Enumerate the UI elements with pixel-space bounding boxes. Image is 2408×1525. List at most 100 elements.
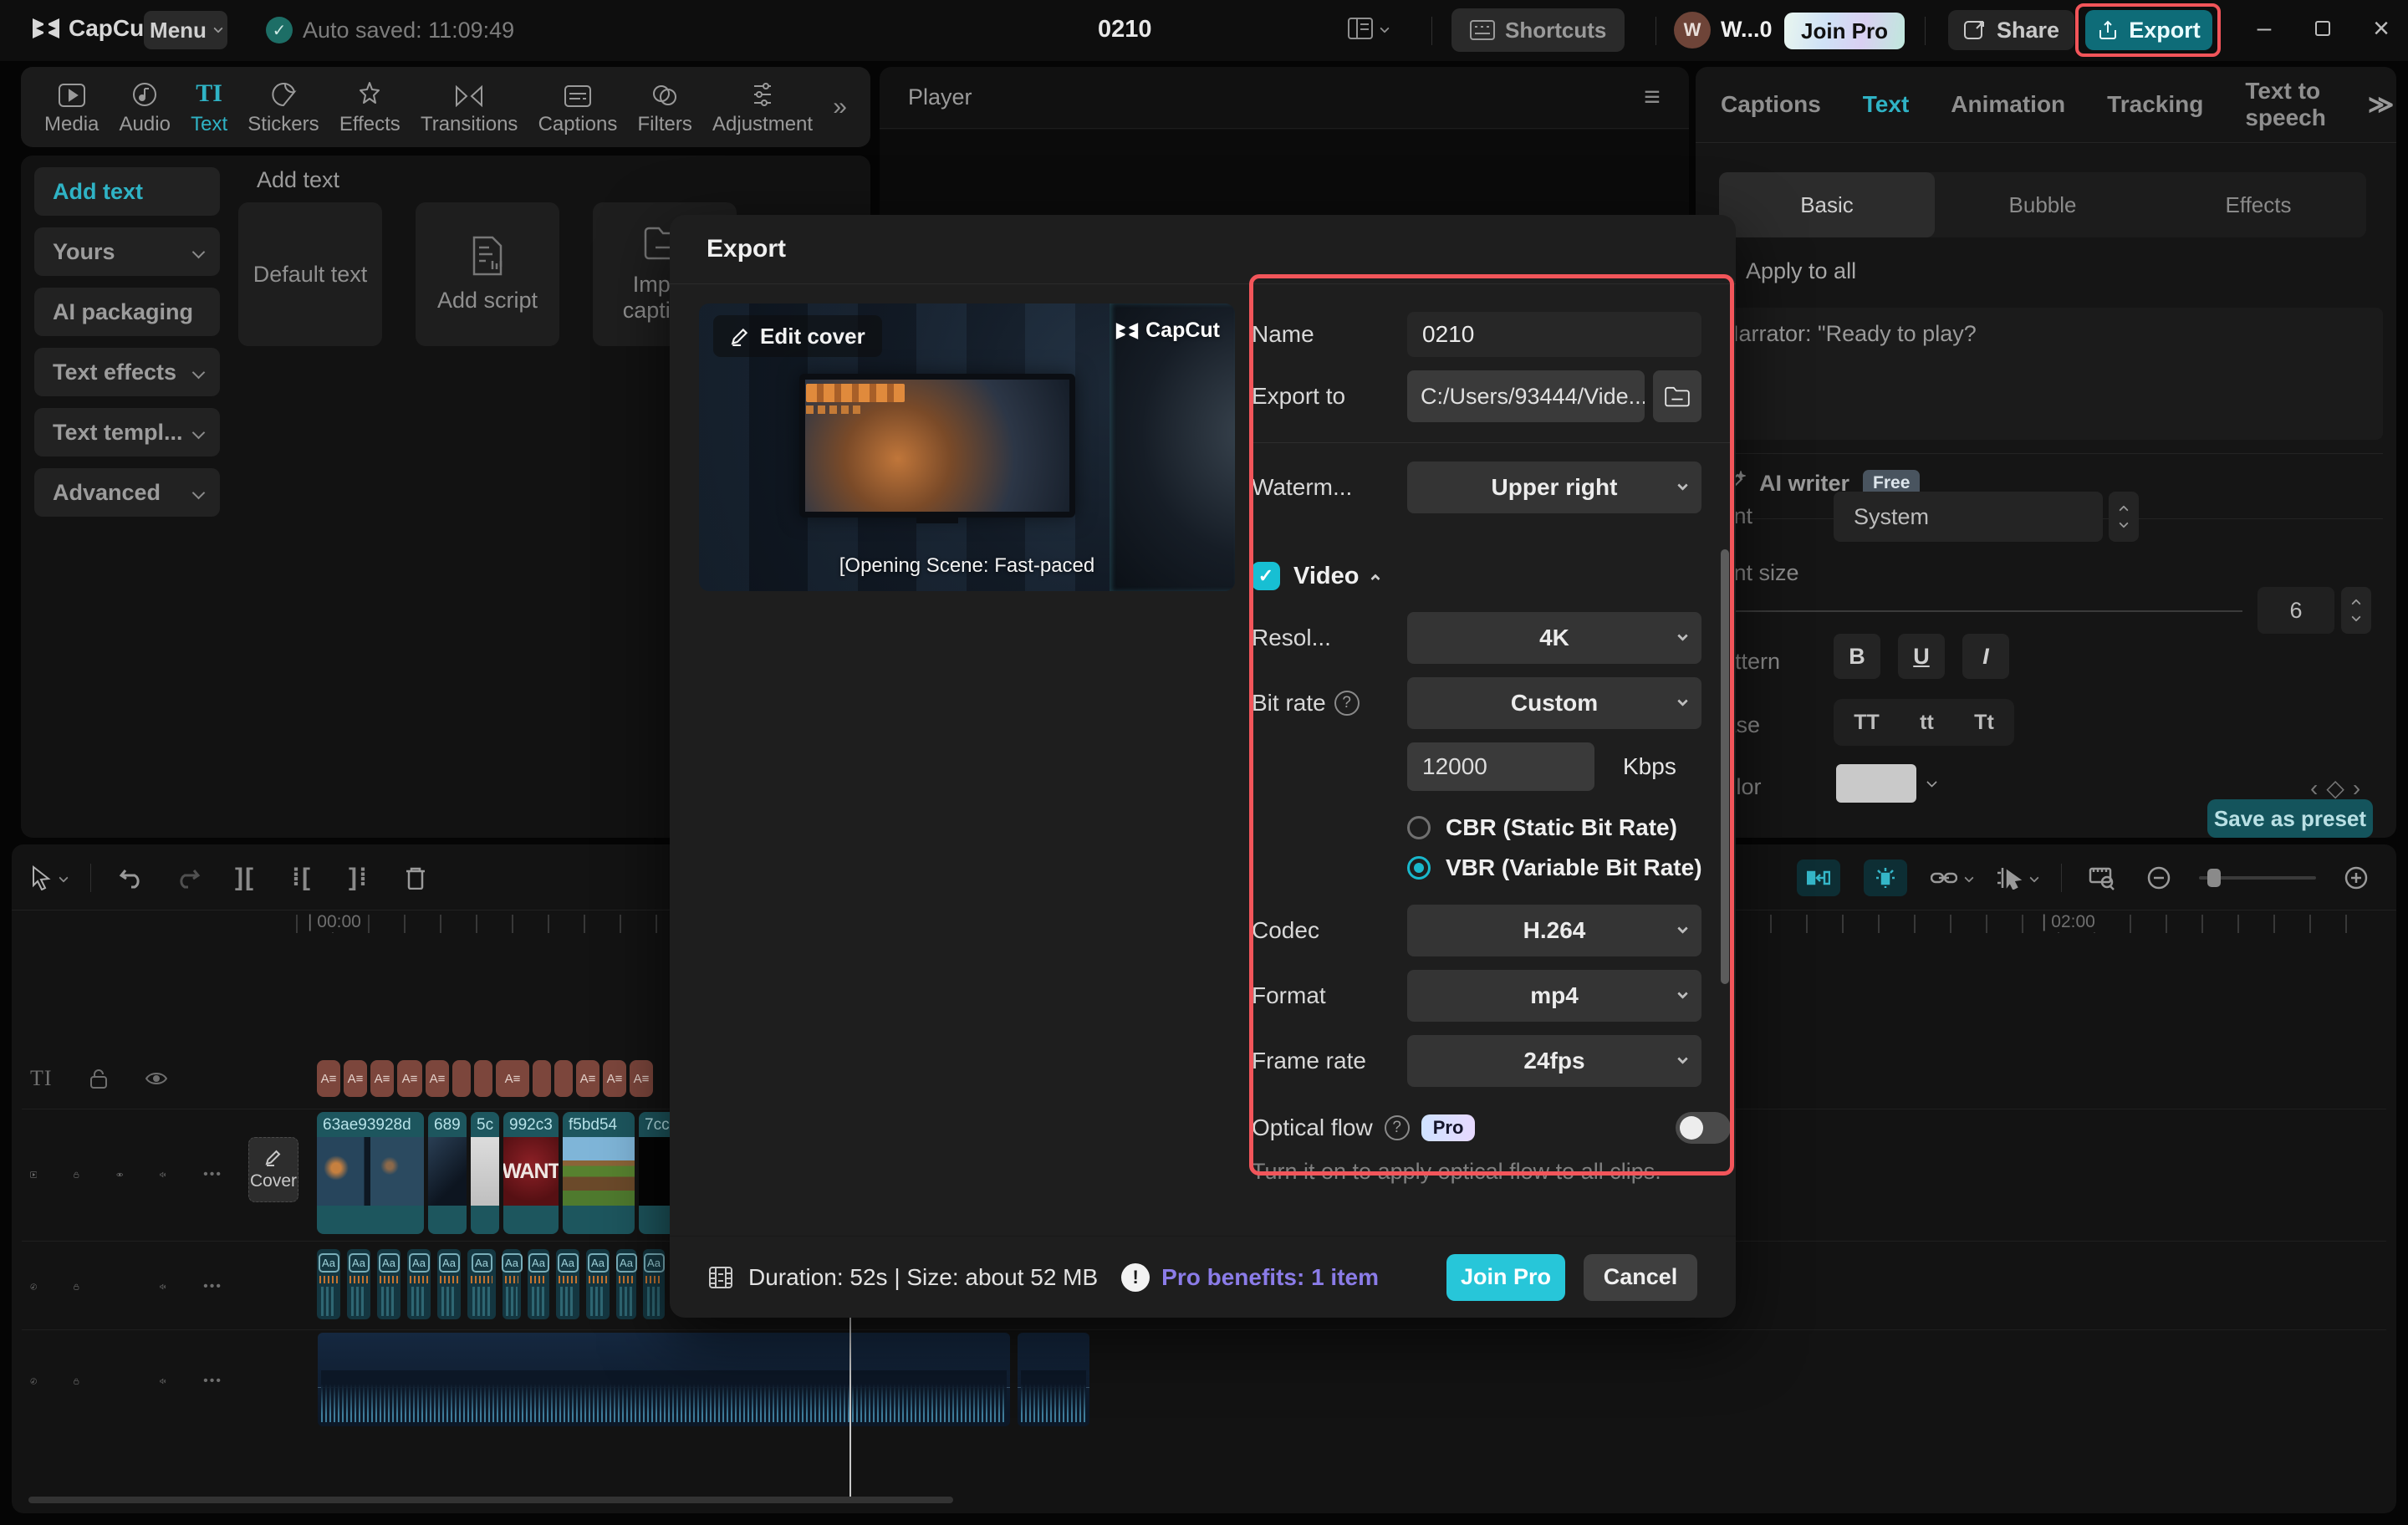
name-input[interactable]: 0210 xyxy=(1407,312,1701,357)
playhead[interactable] xyxy=(849,1318,851,1502)
select-tool[interactable] xyxy=(30,859,67,896)
join-pro-button[interactable]: Join Pro xyxy=(1446,1254,1565,1301)
color-picker[interactable] xyxy=(1836,764,1948,803)
optical-flow-toggle[interactable] xyxy=(1676,1112,1731,1144)
subtab-effects[interactable]: Effects xyxy=(2150,172,2366,237)
save-preset-button[interactable]: Save as preset xyxy=(2207,799,2373,838)
tab-filters[interactable]: Filters xyxy=(638,78,692,136)
lock-icon[interactable] xyxy=(89,1068,108,1089)
sidebar-item[interactable]: Text effects xyxy=(34,348,220,396)
subtab-bubble[interactable]: Bubble xyxy=(1935,172,2150,237)
video-checkbox[interactable] xyxy=(1252,562,1280,590)
music-clip-2[interactable] xyxy=(1018,1333,1089,1426)
sidebar-item[interactable]: AI packaging xyxy=(34,288,220,336)
zoom-out-button[interactable] xyxy=(2142,859,2176,896)
split-clip-button[interactable]: ][ xyxy=(228,859,262,896)
share-button[interactable]: Share xyxy=(1948,10,2074,50)
default-text-card[interactable]: Default text xyxy=(238,202,382,346)
text-clip[interactable] xyxy=(533,1060,551,1097)
text-content-box[interactable]: Narrator: "Ready to play? xyxy=(1706,308,2383,440)
shortcuts-button[interactable]: Shortcuts xyxy=(1451,8,1625,52)
export-path-input[interactable]: C:/Users/93444/Vide... xyxy=(1407,370,1645,422)
tab-tracking[interactable]: Tracking xyxy=(2107,91,2203,118)
text-clip[interactable] xyxy=(452,1060,471,1097)
font-size-slider[interactable] xyxy=(1716,610,2242,612)
more-panel-tabs-icon[interactable] xyxy=(2368,90,2394,120)
voice-clip[interactable]: Aa xyxy=(317,1249,340,1319)
timeline-zoom-slider[interactable] xyxy=(2199,876,2316,880)
voice-clip[interactable]: Aa xyxy=(467,1249,496,1319)
text-clip[interactable]: A≡ xyxy=(344,1060,367,1097)
case-upper[interactable]: TT xyxy=(1854,711,1880,735)
delete-button[interactable] xyxy=(399,859,432,896)
add-script-card[interactable]: Add script xyxy=(416,202,559,346)
watermark-select[interactable]: Upper right xyxy=(1407,462,1701,513)
split-keep-left-button[interactable]: ⁞[ xyxy=(285,859,319,896)
cancel-button[interactable]: Cancel xyxy=(1584,1254,1697,1301)
minimize-button[interactable] xyxy=(2247,12,2281,45)
browse-folder-button[interactable] xyxy=(1653,370,1701,422)
more-tabs-icon[interactable] xyxy=(833,93,847,121)
underline-button[interactable]: U xyxy=(1898,634,1945,679)
maximize-button[interactable] xyxy=(2306,12,2339,45)
voice-clip[interactable]: Aa xyxy=(643,1249,665,1319)
font-size-value[interactable]: 6 xyxy=(2258,587,2334,634)
codec-select[interactable]: H.264 xyxy=(1407,905,1701,956)
more-options-icon[interactable] xyxy=(203,1167,222,1182)
undo-button[interactable] xyxy=(115,859,148,896)
voice-clip[interactable]: Aa xyxy=(616,1249,636,1319)
video-clip[interactable]: 992c3 WANT xyxy=(503,1112,559,1234)
auto-snap-tool[interactable] xyxy=(1797,859,1840,896)
preview-axis-tool[interactable] xyxy=(1864,859,1907,896)
info-icon[interactable] xyxy=(1385,1115,1410,1140)
sidebar-item[interactable]: Yours xyxy=(34,227,220,276)
export-button[interactable]: Export xyxy=(2085,10,2212,50)
voice-clip[interactable]: Aa xyxy=(586,1249,610,1319)
tab-effects[interactable]: Effects xyxy=(339,78,400,136)
tab-adjustment[interactable]: Adjustment xyxy=(712,78,813,136)
video-clip[interactable]: 63ae93928d xyxy=(317,1112,424,1234)
layout-switcher[interactable] xyxy=(1346,14,1388,43)
tab-transitions[interactable]: Transitions xyxy=(421,78,518,136)
bitrate-select[interactable]: Custom xyxy=(1407,677,1701,729)
edit-cover-button[interactable]: Edit cover xyxy=(713,315,882,357)
lock-icon[interactable] xyxy=(74,1276,79,1298)
pro-benefits-link[interactable]: Pro benefits: 1 item xyxy=(1161,1264,1379,1291)
subtab-basic[interactable]: Basic xyxy=(1719,172,1935,237)
preset-nav-icons[interactable]: ‹◇› xyxy=(2310,774,2369,802)
italic-button[interactable]: I xyxy=(1962,634,2009,679)
framerate-select[interactable]: 24fps xyxy=(1407,1035,1701,1087)
sidebar-item[interactable]: Add text xyxy=(34,167,220,216)
text-clip[interactable]: A≡ xyxy=(317,1060,340,1097)
font-size-stepper[interactable] xyxy=(2341,587,2371,634)
voice-clip[interactable]: Aa xyxy=(556,1249,579,1319)
music-clip[interactable] xyxy=(318,1333,1010,1426)
join-pro-badge[interactable]: Join Pro xyxy=(1784,13,1905,49)
split-keep-right-button[interactable]: ]⁞ xyxy=(342,859,375,896)
speaker-icon[interactable] xyxy=(160,1165,166,1185)
tab-stickers[interactable]: Stickers xyxy=(247,78,319,136)
redo-button[interactable] xyxy=(171,859,205,896)
cover-button[interactable]: Cover xyxy=(248,1137,298,1202)
voice-clip[interactable]: Aa xyxy=(407,1249,431,1319)
text-clip[interactable]: A≡ xyxy=(426,1060,449,1097)
tab-captions[interactable]: Captions xyxy=(538,78,618,136)
format-select[interactable]: mp4 xyxy=(1407,970,1701,1022)
lock-icon[interactable] xyxy=(74,1370,79,1392)
tab-media[interactable]: Media xyxy=(44,78,99,136)
collapse-icon[interactable] xyxy=(1371,574,1380,583)
text-clip[interactable]: A≡ xyxy=(576,1060,599,1097)
vbr-radio[interactable] xyxy=(1407,856,1431,880)
tab-captions[interactable]: Captions xyxy=(1721,91,1821,118)
text-clip[interactable]: A≡ xyxy=(496,1060,529,1097)
tab-text[interactable]: Text xyxy=(1863,91,1910,118)
voice-clip[interactable]: Aa xyxy=(377,1249,400,1319)
voice-clip[interactable]: Aa xyxy=(347,1249,370,1319)
info-icon[interactable] xyxy=(1334,691,1360,716)
sidebar-item[interactable]: Advanced xyxy=(34,468,220,517)
video-clip[interactable]: f5bd54 xyxy=(563,1112,635,1234)
zoom-in-button[interactable] xyxy=(2339,859,2373,896)
tab-audio[interactable]: Audio xyxy=(120,78,171,136)
text-clip[interactable]: A≡ xyxy=(370,1060,394,1097)
sidebar-item[interactable]: Text templ... xyxy=(34,408,220,456)
